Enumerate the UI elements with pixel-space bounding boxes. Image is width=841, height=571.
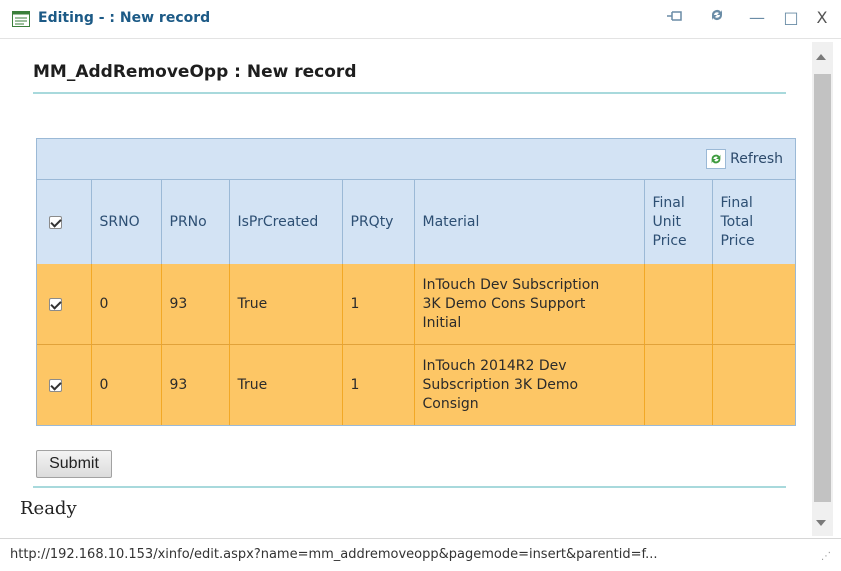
column-header-final-total-price[interactable]: Final Total Price	[712, 180, 795, 264]
pin-icon[interactable]	[664, 7, 686, 29]
row-checkbox[interactable]	[49, 297, 62, 311]
footer-divider	[33, 486, 786, 488]
maximize-icon[interactable]: □	[780, 7, 802, 29]
column-header-srno[interactable]: SRNO	[91, 180, 162, 264]
cell-prno: 93	[161, 344, 230, 425]
scrollbar-thumb[interactable]	[814, 74, 831, 502]
grid-toolbar: Refresh	[37, 139, 795, 180]
row-checkbox[interactable]	[49, 378, 62, 392]
refresh-button[interactable]: Refresh	[706, 147, 783, 171]
minimize-icon[interactable]: —	[746, 7, 768, 29]
column-header-prno[interactable]: PRNo	[161, 180, 230, 264]
cell-final-unit-price	[644, 264, 713, 345]
scroll-up-arrow-icon[interactable]	[816, 54, 826, 60]
cell-isprcreated: True	[229, 264, 343, 345]
form-icon	[12, 11, 30, 27]
cell-prqty: 1	[342, 264, 415, 345]
submit-button[interactable]: Submit	[36, 450, 112, 478]
refresh-icon	[706, 149, 727, 169]
resize-grip-icon[interactable]: ⋰	[821, 551, 831, 562]
column-header-final-unit-price[interactable]: Final Unit Price	[644, 180, 713, 264]
form-content: MM_AddRemoveOpp : New record Refresh SRN…	[10, 42, 810, 536]
cell-material: InTouch Dev Subscription 3K Demo Cons Su…	[414, 264, 645, 345]
table-row[interactable]: 0 93 True 1 InTouch Dev Subscription 3K …	[37, 264, 795, 345]
table-row[interactable]: 0 93 True 1 InTouch 2014R2 Dev Subscript…	[37, 344, 795, 425]
refresh-label: Refresh	[730, 151, 783, 167]
vertical-scrollbar[interactable]	[812, 42, 833, 536]
window-title: Editing - : New record	[38, 10, 211, 26]
column-header-material[interactable]: Material	[414, 180, 645, 264]
cell-final-total-price	[712, 264, 795, 345]
status-text: Ready	[20, 498, 77, 519]
header-select-cell	[37, 180, 92, 264]
select-all-checkbox[interactable]	[49, 215, 62, 229]
column-header-prqty[interactable]: PRQty	[342, 180, 415, 264]
page-title: MM_AddRemoveOpp : New record	[33, 62, 357, 82]
cell-material: InTouch 2014R2 Dev Subscription 3K Demo …	[414, 344, 645, 425]
close-icon[interactable]: X	[810, 7, 834, 29]
cell-srno: 0	[91, 264, 162, 345]
row-select-cell	[37, 344, 92, 425]
cell-srno: 0	[91, 344, 162, 425]
header-row: SRNO PRNo IsPrCreated PRQty Material Fin…	[37, 180, 795, 264]
row-select-cell	[37, 264, 92, 345]
cell-final-total-price	[712, 344, 795, 425]
cell-isprcreated: True	[229, 344, 343, 425]
refresh-icon[interactable]	[706, 7, 728, 29]
column-header-isprcreated[interactable]: IsPrCreated	[229, 180, 343, 264]
scroll-down-arrow-icon[interactable]	[816, 520, 826, 526]
cell-final-unit-price	[644, 344, 713, 425]
cell-prno: 93	[161, 264, 230, 345]
title-bar: Editing - : New record — □ X	[0, 0, 841, 39]
heading-divider	[33, 92, 786, 94]
cell-prqty: 1	[342, 344, 415, 425]
data-grid: Refresh SRNO PRNo IsPrCreated PRQty Mate…	[36, 138, 796, 426]
grid-table: SRNO PRNo IsPrCreated PRQty Material Fin…	[37, 180, 795, 425]
browser-status-bar: http://192.168.10.153/xinfo/edit.aspx?na…	[0, 538, 841, 571]
status-url: http://192.168.10.153/xinfo/edit.aspx?na…	[10, 547, 658, 562]
